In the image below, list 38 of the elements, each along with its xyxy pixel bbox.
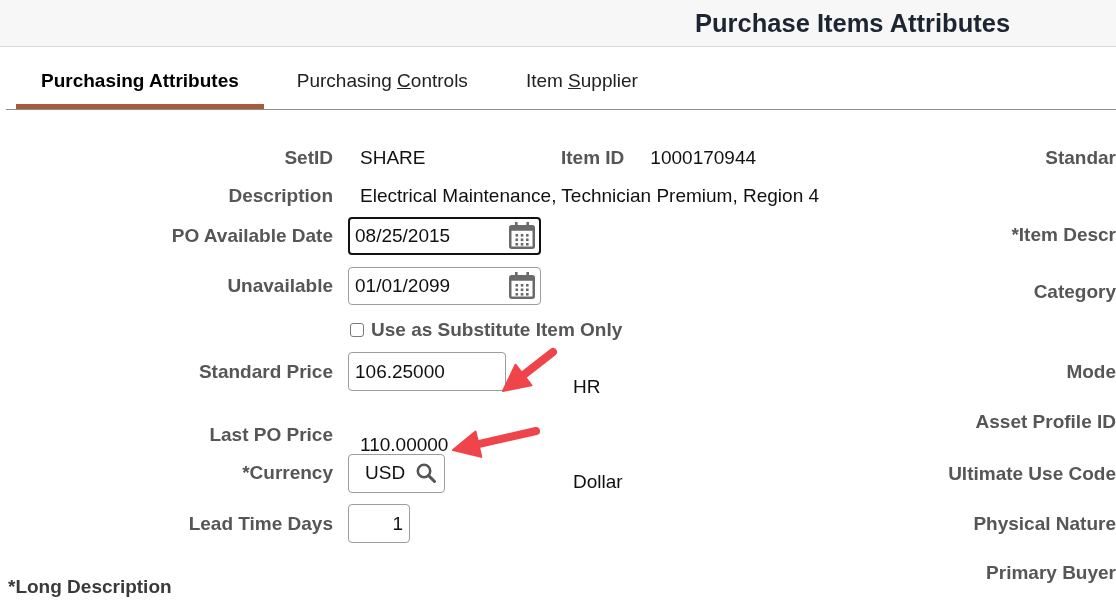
date-field[interactable]: 01/01/2099 [348,266,541,305]
field-value: Electrical Maintenance, Technician Premium, Region 4 [360,185,820,207]
field-label: *Item Descr [1011,224,1116,246]
field-label: Last PO Price [209,424,333,446]
field-value: SHARE [360,147,426,169]
search-icon[interactable] [416,463,437,483]
page-title: Purchase Items Attributes [695,8,1011,38]
checkbox-label[interactable]: Use as Substitute Item Only [371,319,623,341]
field-label: Standard Price [198,360,333,383]
field-label: Primary Buyer [986,562,1116,584]
field-label: Item ID [561,147,625,169]
field-label: SetID [284,147,333,169]
field-label: Lead Time Days [188,512,333,535]
tab[interactable]: Purchasing Attributes [16,47,264,109]
unit-text: HR [573,376,601,398]
field-label: *Currency [242,462,333,484]
number-field[interactable]: 1 [348,504,410,543]
field-label: Asset Profile ID [975,411,1116,433]
tab[interactable]: Purchasing Controls [271,47,493,109]
calendar-icon[interactable] [509,272,535,299]
field-label: *Long Description [8,576,172,598]
date-field[interactable]: 08/25/2015 [348,216,541,255]
tab[interactable]: Item Supplier [500,47,663,109]
input-field[interactable]: 106.25000 [348,352,506,391]
field-value: 110.00000 [360,437,449,453]
field-label: Category [1033,281,1116,303]
lookup-field[interactable]: USD [348,453,445,493]
field-label: Physical Nature [973,513,1116,535]
field-label: Description [228,185,333,207]
field-label: Standar [1045,147,1116,169]
field-label: Unavailable [227,274,333,297]
field-value: 1000170944 [650,147,757,169]
field-label: Mode [1066,361,1116,383]
unit-text: Dollar [573,471,623,493]
calendar-icon[interactable] [509,222,535,249]
field-label: PO Available Date [171,224,333,247]
checkbox[interactable] [350,323,364,337]
field-label: Ultimate Use Code [948,463,1116,485]
